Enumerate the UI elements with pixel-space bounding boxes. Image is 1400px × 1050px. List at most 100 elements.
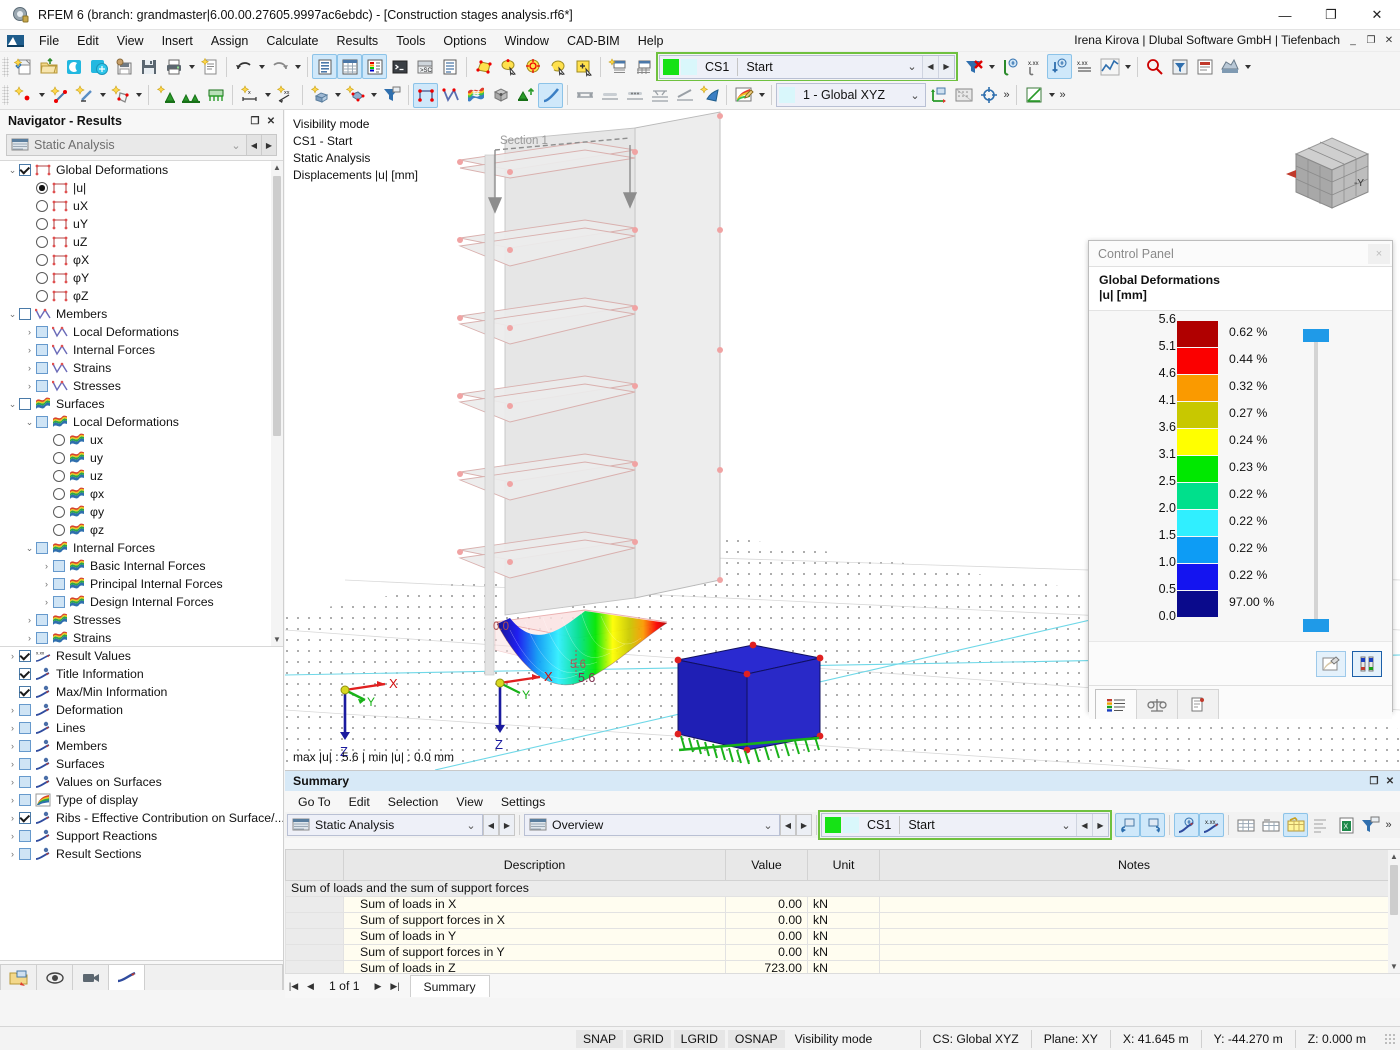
tree-checkbox[interactable] xyxy=(36,614,48,626)
navigator-undock-button[interactable]: ❐ xyxy=(247,113,263,129)
command-console-button[interactable] xyxy=(387,54,412,79)
new-model-button[interactable] xyxy=(11,54,36,79)
chevron-right-icon[interactable]: › xyxy=(6,701,19,719)
slider-knob-top[interactable] xyxy=(1303,329,1329,342)
new-contact-solid-button[interactable] xyxy=(343,83,368,108)
chevron-right-icon[interactable]: › xyxy=(6,647,19,665)
status-coordinate-system[interactable]: CS: Global XYZ xyxy=(919,1029,1031,1048)
table-column-header[interactable] xyxy=(285,850,344,881)
status-plane[interactable]: Plane: XY xyxy=(1030,1029,1110,1048)
summary-close-button[interactable]: ✕ xyxy=(1382,773,1398,789)
select-surface-button[interactable] xyxy=(471,54,496,79)
chevron-down-icon[interactable]: ⌄ xyxy=(6,305,19,323)
deformation-display-button[interactable] xyxy=(1047,54,1072,79)
color-scale-edit-button[interactable] xyxy=(731,83,756,108)
minimize-button[interactable]: — xyxy=(1262,0,1308,30)
color-bar-tab[interactable] xyxy=(1095,689,1137,719)
menu-help[interactable]: Help xyxy=(629,31,673,51)
summary-stage-selector[interactable]: CS1 Start ⌄ ◀ ▶ xyxy=(818,810,1112,840)
legend-band-row[interactable]: 4.1 0.27 % xyxy=(1089,393,1324,429)
summary-toolbar-overflow[interactable]: » xyxy=(1383,813,1394,838)
print-report-list-button[interactable] xyxy=(437,54,462,79)
tree-checkbox[interactable] xyxy=(19,686,31,698)
tree-checkbox[interactable] xyxy=(19,848,31,860)
scroll-thumb[interactable] xyxy=(273,176,281,436)
tree-radio[interactable] xyxy=(36,182,48,194)
chevron-right-icon[interactable]: › xyxy=(23,323,36,341)
chevron-down-icon[interactable]: ⌄ xyxy=(902,60,922,73)
camera-navigator-tab[interactable] xyxy=(72,964,109,990)
table-row[interactable]: Sum of loads in Y 0.00 kN xyxy=(285,927,1389,945)
tree-checkbox[interactable] xyxy=(36,326,48,338)
pager-next-button[interactable]: ▶ xyxy=(370,978,387,995)
chevron-right-icon[interactable]: › xyxy=(40,575,53,593)
cloud-sync-button[interactable] xyxy=(86,54,111,79)
chevron-right-icon[interactable]: › xyxy=(6,719,19,737)
tree-item[interactable]: › Ribs - Effective Contribution on Surfac… xyxy=(0,809,283,827)
new-member-button[interactable] xyxy=(72,83,97,108)
status-chip-lgrid[interactable]: LGRID xyxy=(673,1029,725,1048)
scroll-down-arrow[interactable]: ▼ xyxy=(271,633,283,646)
tree-radio[interactable] xyxy=(53,506,65,518)
menu-assign[interactable]: Assign xyxy=(202,31,258,51)
surface-support-button[interactable] xyxy=(203,83,228,108)
show-result-in-model-button[interactable] xyxy=(1174,813,1199,837)
legend-band-row[interactable]: 5.1 0.44 % xyxy=(1089,339,1324,375)
slider-knob-bottom[interactable] xyxy=(1303,619,1329,632)
tree-checkbox[interactable] xyxy=(36,362,48,374)
go-to-next-button[interactable] xyxy=(1140,813,1165,837)
chevron-right-icon[interactable]: › xyxy=(6,809,19,827)
summary-overview-selector[interactable]: Overview ⌄ xyxy=(524,814,780,836)
chevron-right-icon[interactable]: › xyxy=(6,755,19,773)
new-node-dropdown-arrow[interactable] xyxy=(36,83,47,108)
tree-item[interactable]: › Type of display xyxy=(0,791,283,809)
tree-checkbox[interactable] xyxy=(53,596,65,608)
construction-stage-selector[interactable]: CS1 Start ⌄ ◀ ▶ xyxy=(656,51,958,82)
control-panel[interactable]: Control Panel × Global Deformations |u| … xyxy=(1088,240,1393,719)
legend-color-swatch[interactable] xyxy=(1177,483,1218,509)
show-nodes-button[interactable] xyxy=(413,82,438,108)
chevron-right-icon[interactable]: › xyxy=(6,827,19,845)
tree-checkbox[interactable] xyxy=(53,578,65,590)
results-navigator-tab[interactable] xyxy=(108,964,145,990)
tree-item[interactable]: uy xyxy=(0,449,283,467)
tree-checkbox[interactable] xyxy=(19,704,31,716)
display-filter-tab[interactable] xyxy=(1177,689,1219,719)
new-visibility-button[interactable] xyxy=(697,83,722,108)
tree-checkbox[interactable] xyxy=(19,308,31,320)
legend-band-row[interactable]: 5.6 0.62 % xyxy=(1089,312,1324,348)
new-solid-dropdown-arrow[interactable] xyxy=(332,83,343,108)
navigator-close-button[interactable]: ✕ xyxy=(263,113,279,129)
result-values-button[interactable]: x.xx xyxy=(1022,54,1047,79)
color-scale-dropdown-arrow[interactable] xyxy=(756,83,767,108)
redo-dropdown-arrow[interactable] xyxy=(292,54,303,79)
coordinate-system-axes-button[interactable] xyxy=(926,83,951,108)
resize-grip[interactable] xyxy=(1384,1032,1396,1045)
tree-item[interactable]: Title Information xyxy=(0,665,283,683)
grid-dropdown-arrow[interactable] xyxy=(1046,83,1057,108)
legend-band-row[interactable]: 0.5 97.00 % 0.0 xyxy=(1089,582,1324,623)
filter-results-button[interactable] xyxy=(1167,54,1192,79)
navigator-scrollbar[interactable]: ▲ ▼ xyxy=(271,161,283,646)
lasso-select-button[interactable] xyxy=(546,54,571,79)
clear-results-dropdown-arrow[interactable] xyxy=(986,54,997,79)
tree-item[interactable]: › Surfaces xyxy=(0,755,283,773)
legend-color-swatch[interactable] xyxy=(1177,348,1218,374)
load-distribution-2-button[interactable] xyxy=(597,83,622,108)
tree-item[interactable]: uX xyxy=(0,197,283,215)
export-excel-button[interactable]: X xyxy=(1333,813,1358,837)
tree-item[interactable]: › Principal Internal Forces xyxy=(0,575,283,593)
table-column-header[interactable]: Value xyxy=(725,850,808,881)
tree-item[interactable]: › Members xyxy=(0,737,283,755)
tree-checkbox[interactable] xyxy=(19,722,31,734)
table-row[interactable]: Sum of loads in Z 723.00 kN xyxy=(285,959,1389,973)
toolbar-grip[interactable] xyxy=(2,56,9,77)
chevron-right-icon[interactable]: › xyxy=(23,629,36,645)
legend-range-slider[interactable] xyxy=(1303,329,1329,632)
table-column-header[interactable]: Unit xyxy=(807,850,880,881)
scroll-up-arrow[interactable]: ▲ xyxy=(271,161,283,174)
summary-menu-go-to[interactable]: Go To xyxy=(289,794,340,810)
table-column-header[interactable]: Description xyxy=(343,850,726,881)
zoom-fit-button[interactable] xyxy=(1142,54,1167,79)
undo-dropdown-arrow[interactable] xyxy=(256,54,267,79)
